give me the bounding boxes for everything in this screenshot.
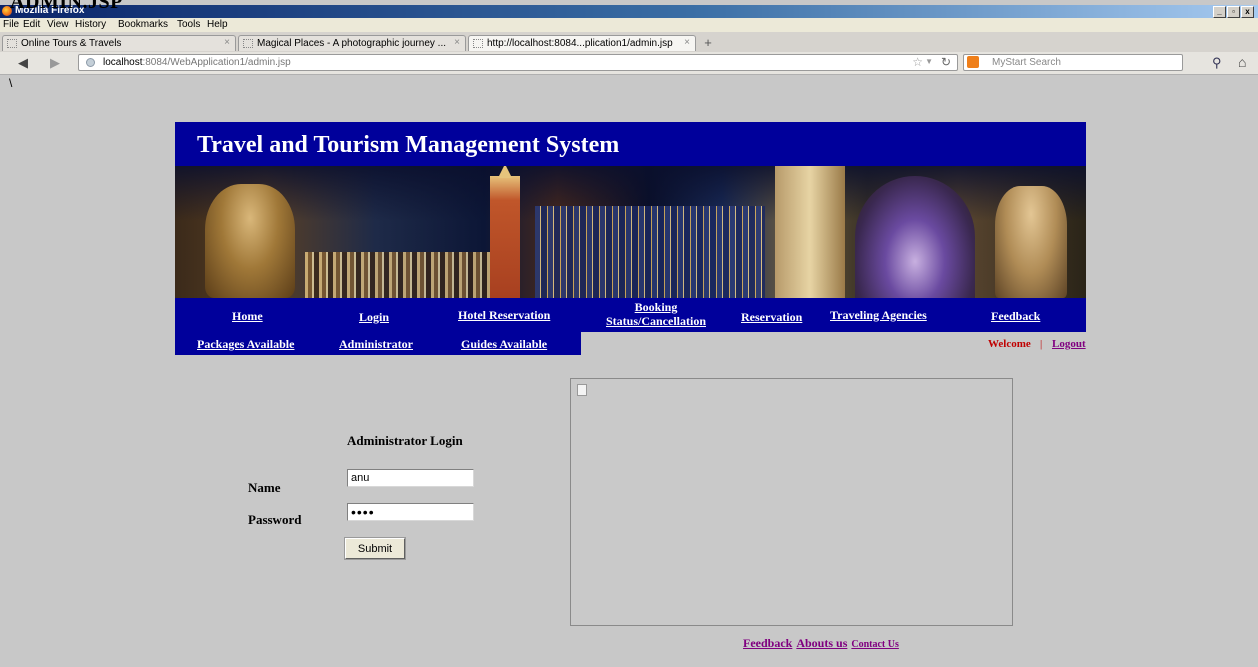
back-arrow-icon[interactable]: ◀: [18, 55, 28, 71]
home-icon[interactable]: ⌂: [1238, 54, 1246, 70]
forward-arrow-icon[interactable]: ▶: [50, 55, 60, 71]
menu-file[interactable]: File: [3, 19, 19, 30]
welcome-text: Welcome: [988, 338, 1031, 350]
name-input[interactable]: [347, 469, 474, 487]
close-tab-icon[interactable]: ×: [224, 37, 230, 48]
new-tab-button[interactable]: +: [698, 35, 718, 51]
nav-booking-line1: Booking: [634, 300, 678, 314]
embedded-frame: [570, 378, 1013, 626]
window-titlebar: Mozilla Firefox _ ▫ x: [0, 5, 1258, 18]
menu-bookmarks[interactable]: Bookmarks: [118, 19, 168, 30]
stray-text: \: [9, 76, 13, 90]
nav-booking-status[interactable]: Booking Status/Cancellation: [603, 300, 709, 328]
egyptian-statue: [995, 186, 1067, 298]
nav-packages-available[interactable]: Packages Available: [197, 337, 294, 352]
maximize-button[interactable]: ▫: [1227, 6, 1240, 18]
submit-button[interactable]: Submit: [344, 537, 406, 560]
close-tab-icon[interactable]: ×: [684, 37, 690, 48]
globe-icon: [86, 58, 95, 67]
logout-link[interactable]: Logout: [1052, 338, 1086, 350]
footer-about-link[interactable]: Abouts us: [796, 636, 847, 650]
footer-feedback-link[interactable]: Feedback: [743, 636, 792, 650]
tab-magical-places[interactable]: Magical Places - A photographic journey …: [238, 35, 466, 51]
search-input[interactable]: MyStart Search: [963, 54, 1183, 71]
nav-traveling-agencies[interactable]: Traveling Agencies: [830, 308, 927, 323]
menu-history[interactable]: History: [75, 19, 106, 30]
nav-reservation[interactable]: Reservation: [741, 310, 802, 325]
close-tab-icon[interactable]: ×: [454, 37, 460, 48]
sphinx-statue: [205, 184, 295, 298]
secondary-nav: Packages Available Administrator Guides …: [175, 332, 581, 355]
document-heading: ADMIN.JSP: [10, 0, 123, 13]
banner-image: [175, 166, 1086, 298]
close-button[interactable]: x: [1241, 6, 1254, 18]
footer-links: Feedback Abouts us Contact Us: [743, 634, 899, 652]
nav-booking-line2: Status/Cancellation: [605, 314, 706, 328]
primary-nav: Home Login Hotel Reservation Booking Sta…: [175, 298, 1086, 332]
url-text: localhost:8084/WebApplication1/admin.jsp: [103, 57, 291, 68]
menu-tools[interactable]: Tools: [177, 19, 200, 30]
url-dropdown-icon[interactable]: ▼: [925, 57, 933, 66]
password-input[interactable]: [347, 503, 474, 521]
navigation-bar: ◀ ▶ localhost:8084/WebApplication1/admin…: [0, 52, 1258, 75]
tab-bar: Online Tours & Travels × Magical Places …: [0, 32, 1258, 53]
nav-administrator[interactable]: Administrator: [339, 337, 413, 352]
menu-help[interactable]: Help: [207, 19, 228, 30]
search-placeholder: MyStart Search: [992, 57, 1061, 68]
search-engine-icon[interactable]: [967, 56, 979, 68]
url-bar[interactable]: localhost:8084/WebApplication1/admin.jsp…: [78, 54, 958, 71]
page-favicon-icon: [473, 39, 483, 48]
city-skyline: [535, 206, 765, 298]
fountain-arch: [855, 176, 975, 298]
separator: |: [1040, 338, 1043, 350]
page-favicon-icon: [243, 39, 253, 48]
menu-bar: File Edit View History Bookmarks Tools H…: [0, 18, 1258, 32]
tab-online-tours[interactable]: Online Tours & Travels ×: [2, 35, 236, 51]
nav-hotel-reservation[interactable]: Hotel Reservation: [458, 308, 550, 323]
minimize-button[interactable]: _: [1213, 6, 1226, 18]
page-favicon-icon: [7, 39, 17, 48]
nav-feedback[interactable]: Feedback: [991, 309, 1040, 324]
tab-label: Magical Places - A photographic journey …: [257, 38, 446, 49]
site-header: Travel and Tourism Management System: [175, 122, 1086, 166]
tab-admin-jsp[interactable]: http://localhost:8084...plication1/admin…: [468, 35, 696, 51]
login-title: Administrator Login: [347, 433, 463, 448]
footer-contact-link[interactable]: Contact Us: [851, 639, 899, 650]
nav-home[interactable]: Home: [232, 309, 263, 324]
menu-edit[interactable]: Edit: [23, 19, 40, 30]
tab-label: http://localhost:8084...plication1/admin…: [487, 38, 673, 49]
bookmark-star-icon[interactable]: ☆: [912, 55, 923, 69]
nav-guides-available[interactable]: Guides Available: [461, 337, 547, 352]
reload-icon[interactable]: ↻: [941, 55, 951, 69]
tab-label: Online Tours & Travels: [21, 38, 122, 49]
site-title: Travel and Tourism Management System: [197, 132, 620, 158]
search-icon[interactable]: ⚲: [1212, 55, 1222, 71]
nav-login[interactable]: Login: [359, 310, 389, 325]
name-label: Name: [248, 480, 281, 495]
menu-view[interactable]: View: [47, 19, 69, 30]
password-label: Password: [248, 512, 302, 527]
campanile-tower: [490, 166, 520, 298]
broken-image-icon: [577, 384, 587, 396]
